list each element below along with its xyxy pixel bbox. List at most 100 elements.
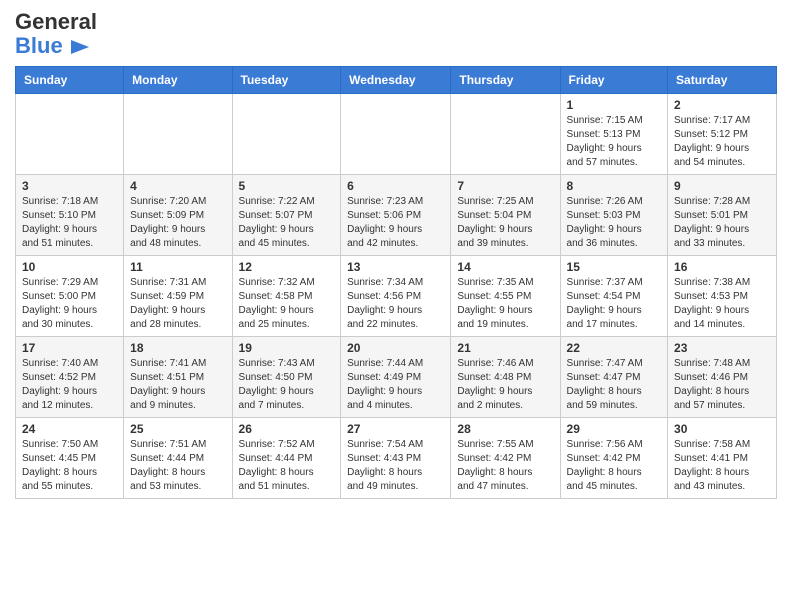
calendar-cell: 9 Sunrise: 7:28 AM Sunset: 5:01 PM Daylig… [668, 175, 777, 256]
calendar-cell: 4 Sunrise: 7:20 AM Sunset: 5:09 PM Daylig… [124, 175, 232, 256]
day-info: Sunrise: 7:26 AM Sunset: 5:03 PM Dayligh… [567, 195, 662, 251]
day-number: 10 [22, 260, 117, 274]
day-number: 5 [239, 179, 335, 193]
header: General Blue General Blue [15, 10, 777, 58]
day-number: 9 [674, 179, 770, 193]
calendar-table: SundayMondayTuesdayWednesdayThursdayFrid… [15, 66, 777, 499]
calendar-cell [16, 94, 124, 175]
calendar-cell: 12Sunrise: 7:32 AM Sunset: 4:58 PM Dayli… [232, 256, 341, 337]
day-info: Sunrise: 7:40 AM Sunset: 4:52 PM Dayligh… [22, 357, 117, 413]
day-number: 8 [567, 179, 662, 193]
calendar-cell: 14Sunrise: 7:35 AM Sunset: 4:55 PM Dayli… [451, 256, 560, 337]
day-info: Sunrise: 7:48 AM Sunset: 4:46 PM Dayligh… [674, 357, 770, 413]
day-number: 15 [567, 260, 662, 274]
calendar-cell: 17Sunrise: 7:40 AM Sunset: 4:52 PM Dayli… [16, 337, 124, 418]
calendar-header-row: SundayMondayTuesdayWednesdayThursdayFrid… [16, 67, 777, 94]
weekday-header-thursday: Thursday [451, 67, 560, 94]
calendar-cell [124, 94, 232, 175]
calendar-cell: 16 Sunrise: 7:38 AM Sunset: 4:53 PM Dayli… [668, 256, 777, 337]
day-info: Sunrise: 7:32 AM Sunset: 4:58 PM Dayligh… [239, 276, 335, 332]
day-number: 25 [130, 422, 225, 436]
day-number: 29 [567, 422, 662, 436]
calendar-week-5: 24 Sunrise: 7:50 AM Sunset: 4:45 PM Dayli… [16, 418, 777, 499]
calendar-cell: 10 Sunrise: 7:29 AM Sunset: 5:00 PM Dayli… [16, 256, 124, 337]
day-info: Sunrise: 7:37 AM Sunset: 4:54 PM Dayligh… [567, 276, 662, 332]
day-number: 24 [22, 422, 117, 436]
day-info: Sunrise: 7:29 AM Sunset: 5:00 PM Dayligh… [22, 276, 117, 332]
calendar-cell: 1 Sunrise: 7:15 AM Sunset: 5:13 PM Daylig… [560, 94, 668, 175]
weekday-header-wednesday: Wednesday [341, 67, 451, 94]
day-info: Sunrise: 7:50 AM Sunset: 4:45 PM Dayligh… [22, 438, 117, 494]
calendar-cell: 19 Sunrise: 7:43 AM Sunset: 4:50 PM Dayli… [232, 337, 341, 418]
calendar-cell: 5 Sunrise: 7:22 AM Sunset: 5:07 PM Daylig… [232, 175, 341, 256]
calendar-cell: 6 Sunrise: 7:23 AM Sunset: 5:06 PM Daylig… [341, 175, 451, 256]
day-number: 20 [347, 341, 444, 355]
day-info: Sunrise: 7:38 AM Sunset: 4:53 PM Dayligh… [674, 276, 770, 332]
calendar-cell [341, 94, 451, 175]
day-number: 28 [457, 422, 553, 436]
day-info: Sunrise: 7:34 AM Sunset: 4:56 PM Dayligh… [347, 276, 444, 332]
day-number: 11 [130, 260, 225, 274]
day-number: 4 [130, 179, 225, 193]
day-number: 18 [130, 341, 225, 355]
weekday-header-friday: Friday [560, 67, 668, 94]
day-info: Sunrise: 7:54 AM Sunset: 4:43 PM Dayligh… [347, 438, 444, 494]
day-info: Sunrise: 7:31 AM Sunset: 4:59 PM Dayligh… [130, 276, 225, 332]
day-info: Sunrise: 7:43 AM Sunset: 4:50 PM Dayligh… [239, 357, 335, 413]
day-info: Sunrise: 7:55 AM Sunset: 4:42 PM Dayligh… [457, 438, 553, 494]
calendar-cell: 3Sunrise: 7:18 AM Sunset: 5:10 PM Daylig… [16, 175, 124, 256]
day-info: Sunrise: 7:20 AM Sunset: 5:09 PM Dayligh… [130, 195, 225, 251]
logo-general: General [15, 10, 97, 34]
calendar-cell: 28 Sunrise: 7:55 AM Sunset: 4:42 PM Dayli… [451, 418, 560, 499]
calendar-cell: 30 Sunrise: 7:58 AM Sunset: 4:41 PM Dayli… [668, 418, 777, 499]
day-info: Sunrise: 7:15 AM Sunset: 5:13 PM Dayligh… [567, 114, 662, 170]
calendar-cell: 23 Sunrise: 7:48 AM Sunset: 4:46 PM Dayli… [668, 337, 777, 418]
day-info: Sunrise: 7:51 AM Sunset: 4:44 PM Dayligh… [130, 438, 225, 494]
calendar-cell: 11 Sunrise: 7:31 AM Sunset: 4:59 PM Dayli… [124, 256, 232, 337]
day-number: 27 [347, 422, 444, 436]
calendar-week-1: 1 Sunrise: 7:15 AM Sunset: 5:13 PM Daylig… [16, 94, 777, 175]
day-number: 26 [239, 422, 335, 436]
day-number: 22 [567, 341, 662, 355]
calendar-cell: 13Sunrise: 7:34 AM Sunset: 4:56 PM Dayli… [341, 256, 451, 337]
calendar-cell: 25 Sunrise: 7:51 AM Sunset: 4:44 PM Dayli… [124, 418, 232, 499]
calendar-cell: 8 Sunrise: 7:26 AM Sunset: 5:03 PM Daylig… [560, 175, 668, 256]
page: General Blue General Blue [0, 0, 792, 509]
day-info: Sunrise: 7:47 AM Sunset: 4:47 PM Dayligh… [567, 357, 662, 413]
calendar-week-4: 17Sunrise: 7:40 AM Sunset: 4:52 PM Dayli… [16, 337, 777, 418]
day-info: Sunrise: 7:22 AM Sunset: 5:07 PM Dayligh… [239, 195, 335, 251]
day-info: Sunrise: 7:58 AM Sunset: 4:41 PM Dayligh… [674, 438, 770, 494]
day-info: Sunrise: 7:44 AM Sunset: 4:49 PM Dayligh… [347, 357, 444, 413]
calendar-cell: 20 Sunrise: 7:44 AM Sunset: 4:49 PM Dayli… [341, 337, 451, 418]
day-number: 16 [674, 260, 770, 274]
weekday-header-tuesday: Tuesday [232, 67, 341, 94]
day-number: 30 [674, 422, 770, 436]
calendar-cell: 29Sunrise: 7:56 AM Sunset: 4:42 PM Dayli… [560, 418, 668, 499]
calendar-cell: 24 Sunrise: 7:50 AM Sunset: 4:45 PM Dayli… [16, 418, 124, 499]
calendar-cell: 21 Sunrise: 7:46 AM Sunset: 4:48 PM Dayli… [451, 337, 560, 418]
day-number: 23 [674, 341, 770, 355]
day-info: Sunrise: 7:23 AM Sunset: 5:06 PM Dayligh… [347, 195, 444, 251]
calendar-cell: 18 Sunrise: 7:41 AM Sunset: 4:51 PM Dayli… [124, 337, 232, 418]
weekday-header-sunday: Sunday [16, 67, 124, 94]
day-number: 14 [457, 260, 553, 274]
calendar-week-2: 3Sunrise: 7:18 AM Sunset: 5:10 PM Daylig… [16, 175, 777, 256]
calendar-week-3: 10 Sunrise: 7:29 AM Sunset: 5:00 PM Dayli… [16, 256, 777, 337]
calendar-cell: 26 Sunrise: 7:52 AM Sunset: 4:44 PM Dayli… [232, 418, 341, 499]
day-info: Sunrise: 7:28 AM Sunset: 5:01 PM Dayligh… [674, 195, 770, 251]
day-info: Sunrise: 7:25 AM Sunset: 5:04 PM Dayligh… [457, 195, 553, 251]
calendar-cell: 15 Sunrise: 7:37 AM Sunset: 4:54 PM Dayli… [560, 256, 668, 337]
calendar-cell: 2Sunrise: 7:17 AM Sunset: 5:12 PM Daylig… [668, 94, 777, 175]
day-number: 1 [567, 98, 662, 112]
logo-full: General Blue [15, 10, 97, 58]
day-info: Sunrise: 7:46 AM Sunset: 4:48 PM Dayligh… [457, 357, 553, 413]
day-number: 21 [457, 341, 553, 355]
day-number: 6 [347, 179, 444, 193]
day-info: Sunrise: 7:17 AM Sunset: 5:12 PM Dayligh… [674, 114, 770, 170]
day-info: Sunrise: 7:41 AM Sunset: 4:51 PM Dayligh… [130, 357, 225, 413]
day-info: Sunrise: 7:52 AM Sunset: 4:44 PM Dayligh… [239, 438, 335, 494]
calendar-cell: 7Sunrise: 7:25 AM Sunset: 5:04 PM Daylig… [451, 175, 560, 256]
weekday-header-saturday: Saturday [668, 67, 777, 94]
calendar-cell [232, 94, 341, 175]
day-number: 19 [239, 341, 335, 355]
